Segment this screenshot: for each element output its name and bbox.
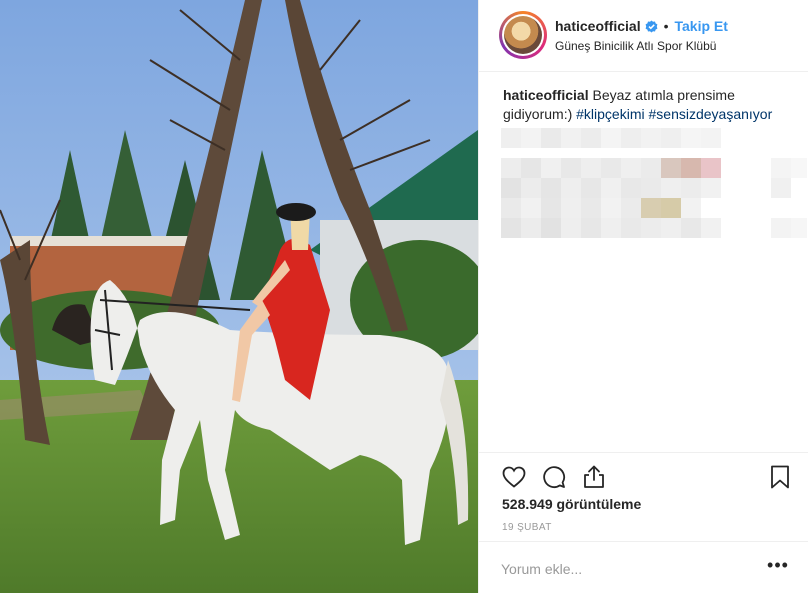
verified-badge-icon	[645, 20, 658, 33]
bookmark-icon[interactable]	[767, 464, 793, 490]
hashtag-link[interactable]: #sensizdeyaşanıyor	[649, 106, 773, 122]
more-options-icon[interactable]: •••	[767, 556, 789, 578]
avatar[interactable]	[504, 16, 542, 54]
story-ring[interactable]	[499, 11, 547, 59]
post-detail-panel: haticeofficial • Takip Et Güneş Binicili…	[478, 0, 808, 593]
hashtag-link[interactable]: #klipçekimi	[576, 106, 644, 122]
view-count[interactable]: 528.949 görüntüleme	[502, 496, 641, 512]
separator-dot: •	[663, 18, 669, 34]
comment-input[interactable]	[501, 558, 751, 580]
caption-username[interactable]: haticeofficial	[503, 87, 589, 103]
username-link[interactable]: haticeofficial	[555, 18, 641, 34]
post-media[interactable]	[0, 0, 478, 593]
user-row: haticeofficial • Takip Et	[555, 17, 728, 35]
action-bar	[479, 452, 808, 496]
post-caption: haticeofficial Beyaz atımla prensime gid…	[503, 86, 793, 124]
heart-icon[interactable]	[501, 464, 527, 490]
follow-button[interactable]: Takip Et	[675, 18, 728, 34]
post-header: haticeofficial • Takip Et Güneş Binicili…	[479, 0, 808, 72]
comment-bar: •••	[479, 541, 808, 593]
post-video-frame	[0, 0, 478, 593]
location-link[interactable]: Güneş Binicilik Atlı Spor Klübü	[555, 39, 716, 53]
pixelated-comments-area	[501, 128, 807, 242]
comment-bubble-icon[interactable]	[541, 464, 567, 490]
share-icon[interactable]	[581, 464, 607, 490]
post-date[interactable]: 19 ŞUBAT	[502, 522, 552, 533]
